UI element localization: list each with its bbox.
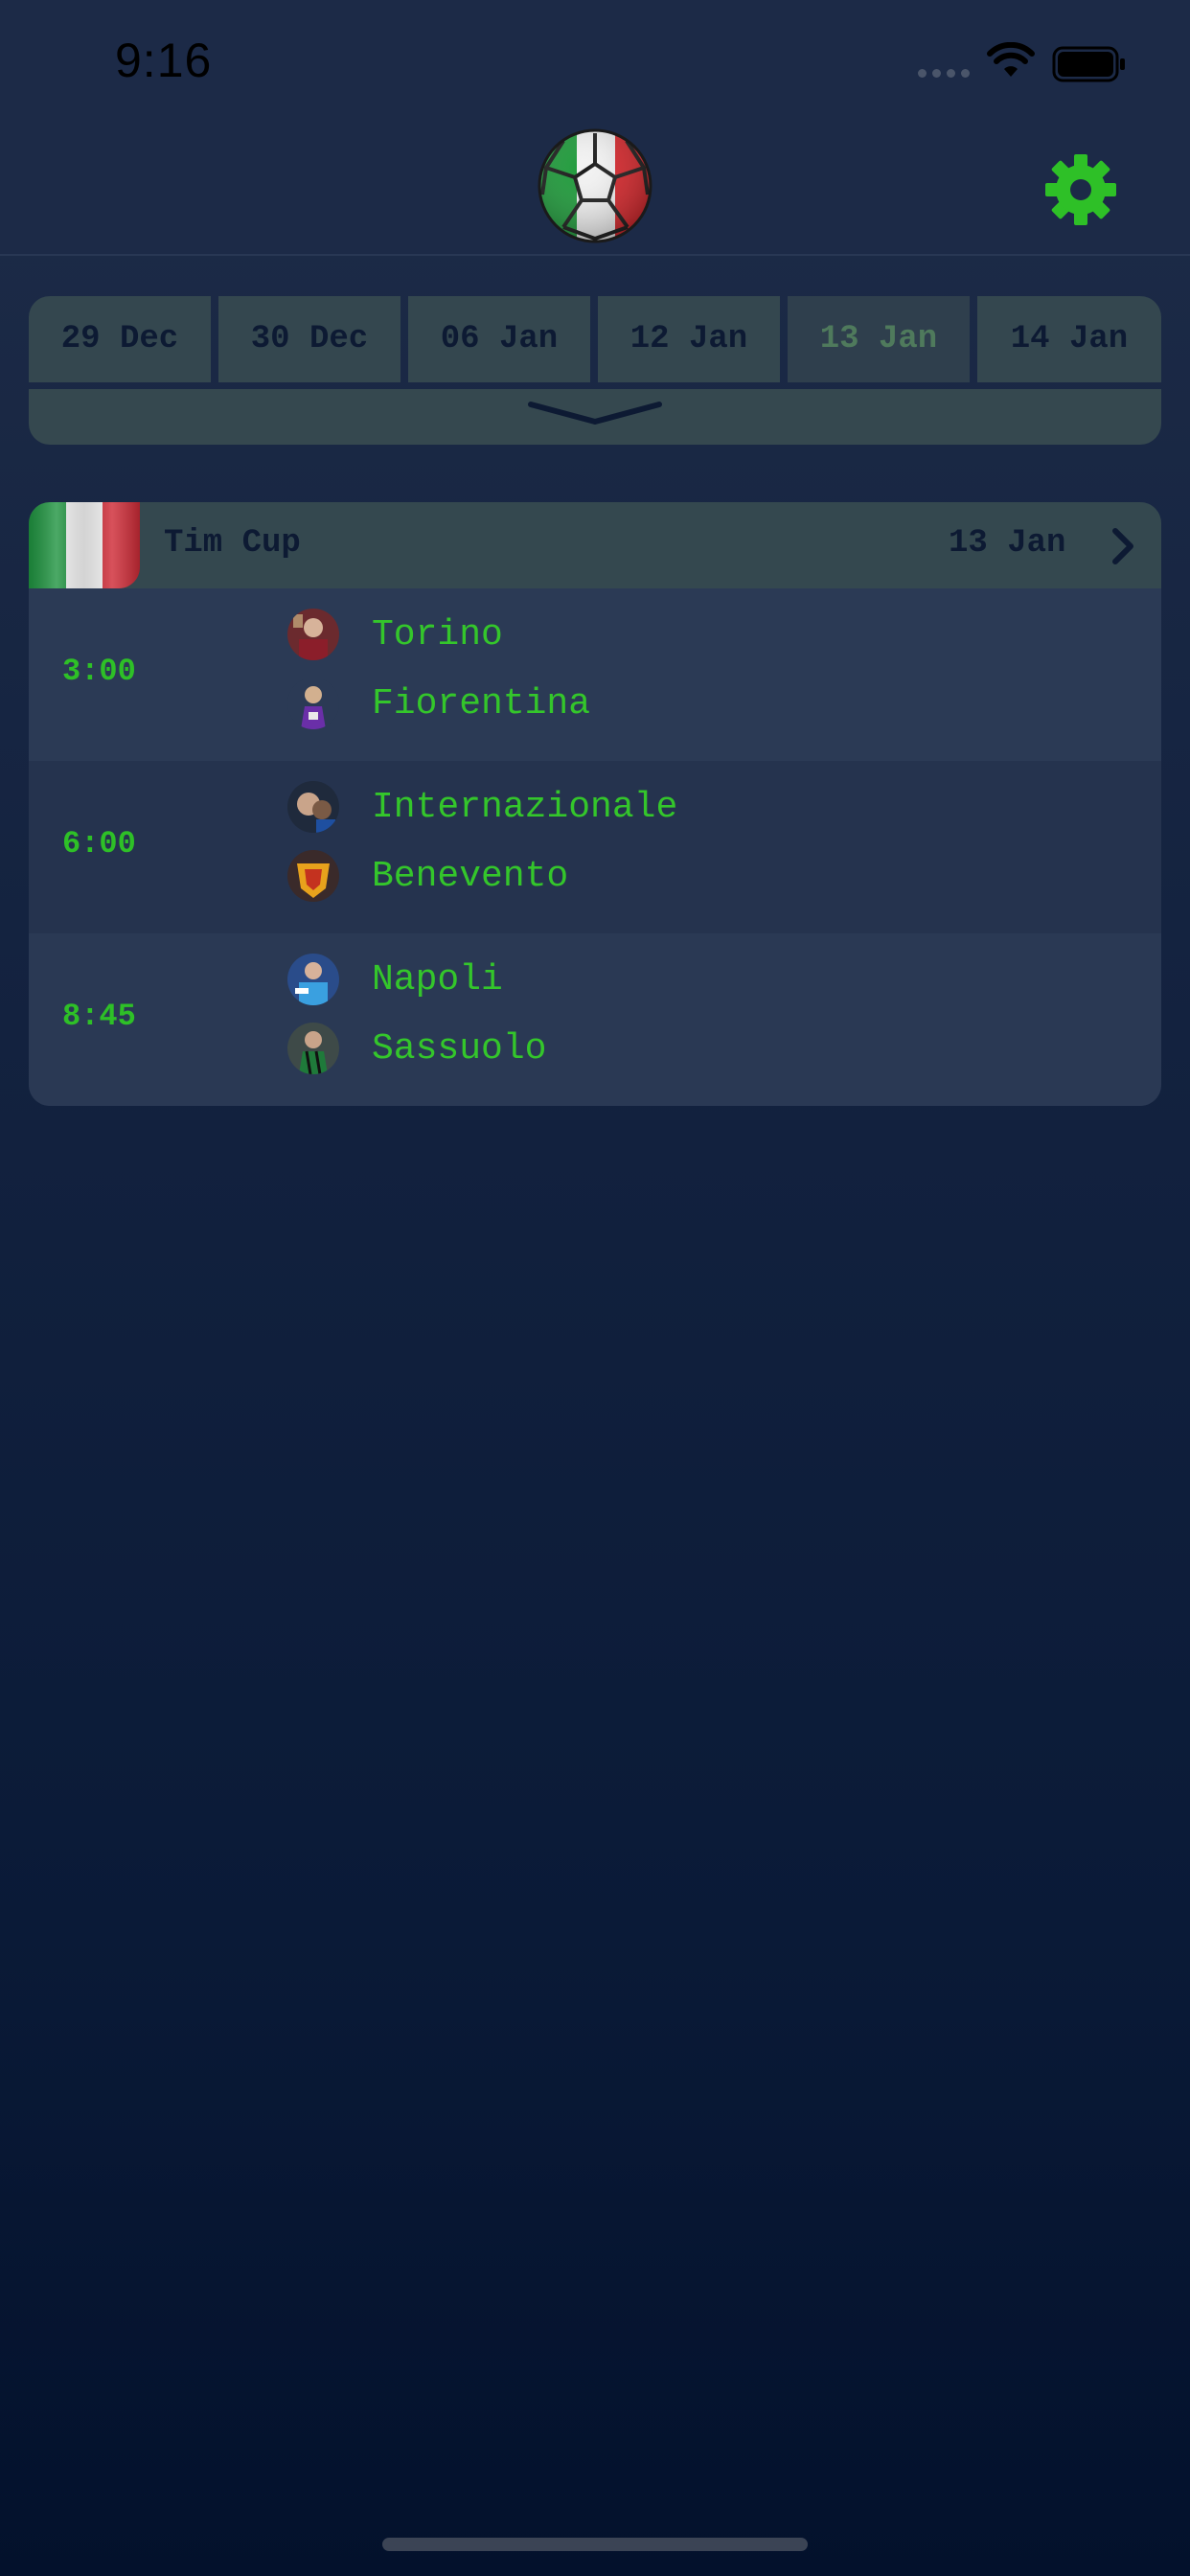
league-date: 13 Jan xyxy=(949,525,1066,562)
league-header[interactable]: Tim Cup 13 Jan xyxy=(29,502,1161,588)
match-time: 3:00 xyxy=(62,654,136,689)
team-name: Sassuolo xyxy=(372,1027,547,1070)
team-crest-icon xyxy=(287,1023,339,1074)
team-crest-icon xyxy=(287,609,339,660)
match-time: 6:00 xyxy=(62,826,136,862)
away-team: Sassuolo xyxy=(287,1020,546,1077)
home-team: Torino xyxy=(287,606,503,663)
chevron-down-icon xyxy=(528,402,662,425)
team-name: Torino xyxy=(372,613,503,656)
home-team: Internazionale xyxy=(287,778,677,836)
status-time: 9:16 xyxy=(115,34,213,87)
chevron-right-icon xyxy=(1112,528,1133,564)
italian-soccer-ball-icon xyxy=(537,127,653,249)
expand-dates-button[interactable] xyxy=(29,389,1161,445)
away-team: Benevento xyxy=(287,847,568,905)
date-tab[interactable]: 29 Dec xyxy=(29,296,211,382)
battery-icon xyxy=(1052,46,1127,87)
team-crest-icon xyxy=(287,678,339,729)
team-name: Benevento xyxy=(372,855,569,897)
italy-flag-icon xyxy=(29,502,140,588)
league-name: Tim Cup xyxy=(164,525,301,562)
team-crest-icon xyxy=(287,850,339,902)
team-crest-icon xyxy=(287,954,339,1005)
team-name: Internazionale xyxy=(372,786,678,828)
away-team: Fiorentina xyxy=(287,675,590,732)
match-row[interactable]: 3:00 Torino Fiorentina xyxy=(29,588,1161,761)
match-row[interactable]: 6:00 Internazionale Benevento xyxy=(29,761,1161,933)
date-tab[interactable]: 14 Jan xyxy=(977,296,1161,382)
team-name: Napoli xyxy=(372,958,503,1000)
home-indicator[interactable] xyxy=(382,2538,808,2551)
date-tab-selected[interactable]: 13 Jan xyxy=(788,296,970,382)
team-crest-icon xyxy=(287,781,339,833)
wifi-icon xyxy=(987,41,1035,83)
settings-gear-button[interactable] xyxy=(1044,153,1117,231)
home-team: Napoli xyxy=(287,951,503,1008)
team-name: Fiorentina xyxy=(372,682,591,724)
league-card: Tim Cup 13 Jan 3:00 Torino Fiorentina 6:… xyxy=(29,502,1161,1106)
date-selector: 29 Dec 30 Dec 06 Jan 12 Jan 13 Jan 14 Ja… xyxy=(29,296,1161,382)
date-tab[interactable]: 06 Jan xyxy=(408,296,590,382)
date-tab[interactable]: 30 Dec xyxy=(218,296,400,382)
match-time: 8:45 xyxy=(62,999,136,1034)
cellular-signal-icon xyxy=(918,69,970,78)
match-row[interactable]: 8:45 Napoli Sassuolo xyxy=(29,933,1161,1106)
date-tab[interactable]: 12 Jan xyxy=(598,296,780,382)
gear-icon xyxy=(1045,154,1116,225)
status-bar: 9:16 xyxy=(0,0,1190,129)
